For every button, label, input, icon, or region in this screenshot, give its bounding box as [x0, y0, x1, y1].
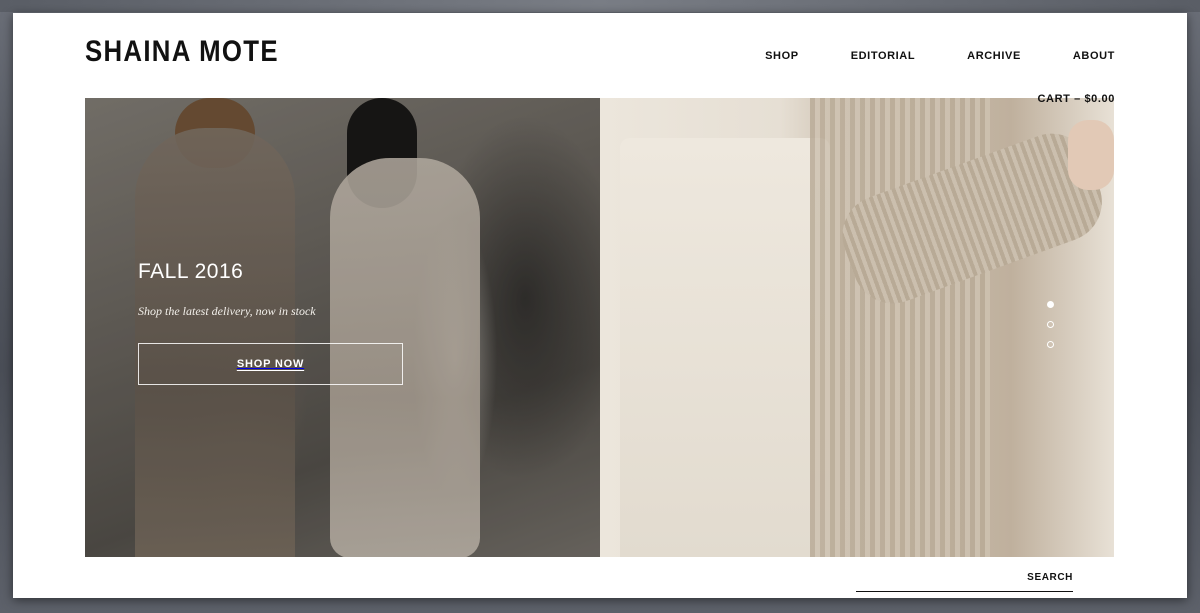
nav-about[interactable]: ABOUT — [1073, 50, 1115, 62]
photo-dress — [620, 138, 830, 557]
slide-indicators — [1047, 301, 1054, 348]
slide-dot-1[interactable] — [1047, 301, 1054, 308]
hero-image-left — [85, 98, 600, 557]
hero-image-right — [600, 98, 1114, 557]
hero-subtitle: Shop the latest delivery, now in stock — [138, 304, 316, 318]
site-logo[interactable]: SHAINA MOTE — [85, 35, 279, 69]
search-button[interactable]: SEARCH — [1027, 572, 1073, 583]
nav-shop[interactable]: SHOP — [765, 50, 799, 62]
page: SHAINA MOTE SHOP EDITORIAL ARCHIVE ABOUT… — [13, 13, 1187, 598]
hero-caption: FALL 2016 Shop the latest delivery, now … — [138, 260, 316, 319]
nav-archive[interactable]: ARCHIVE — [967, 50, 1021, 62]
cart-link[interactable]: CART – $0.00 — [1037, 93, 1115, 105]
shop-now-label: SHOP NOW — [236, 358, 305, 370]
photo-hand — [1068, 120, 1114, 190]
nav-editorial[interactable]: EDITORIAL — [851, 50, 915, 62]
main-nav: SHOP EDITORIAL ARCHIVE ABOUT — [713, 50, 1115, 62]
photo-model-hair — [175, 98, 255, 168]
photo-model-head — [347, 98, 417, 208]
slide-dot-2[interactable] — [1047, 321, 1054, 328]
browser-backdrop — [0, 0, 1200, 12]
search-bar: SEARCH — [856, 566, 1073, 592]
search-input[interactable] — [856, 566, 1010, 590]
hero-title: FALL 2016 — [138, 260, 244, 283]
shop-now-button[interactable]: SHOP NOW — [138, 343, 403, 385]
hero-slideshow: FALL 2016 Shop the latest delivery, now … — [85, 98, 1114, 557]
slide-dot-3[interactable] — [1047, 341, 1054, 348]
